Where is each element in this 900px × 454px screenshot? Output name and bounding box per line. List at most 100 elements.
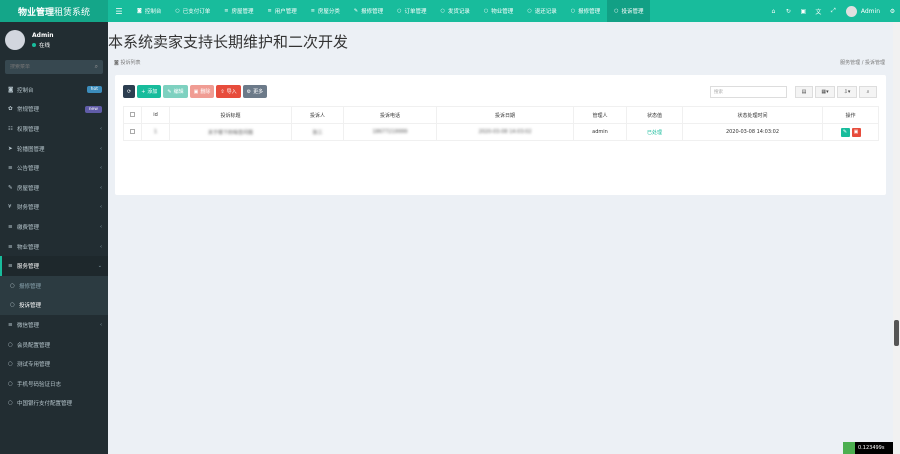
cogs-icon: ✿ [8, 106, 13, 113]
circle-icon: ○ [614, 8, 619, 14]
advanced-search-icon[interactable]: ⌕ [859, 86, 877, 98]
trash-icon: ▣ [193, 88, 199, 95]
top-tab-10[interactable]: ○ 报修管理 [564, 0, 607, 22]
control-sidebar-gear-icon[interactable]: ⚙ [885, 8, 900, 15]
top-tab-0[interactable]: ◙ 控制台 [130, 0, 168, 22]
top-tab-1[interactable]: ○ 已支付订单 [168, 0, 217, 22]
sidebar-item-4[interactable]: ≡ 公告管理 ‹ [0, 158, 108, 178]
top-tab-label: 报修管理 [578, 9, 601, 15]
top-tab-label: 控制台 [144, 9, 162, 15]
page-subtitle: ◙ 投诉列表 [114, 59, 140, 66]
page-subtitle-text: 投诉列表 [120, 60, 141, 66]
sidebar-item-3[interactable]: ➤ 轮播图管理 ‹ [0, 139, 108, 159]
user-status-text: 在线 [39, 42, 51, 49]
sidebar-item-7[interactable]: ≡ 缴费管理 ‹ [0, 217, 108, 237]
sidebar-menu: ◙ 控制台 hot ✿ 常规管理 new ☷ 权限管理 ‹ ➤ 轮播图管理 ‹ ≡ 公告管理 ‹ ✎ 房屋管理 ‹… [0, 80, 108, 413]
language-icon[interactable]: 文 [811, 7, 826, 16]
chevron-left-icon: ‹ [100, 204, 102, 211]
chevron-left-icon: ‹ [100, 184, 102, 191]
sidebar-item-label: 公告管理 [17, 166, 40, 173]
sidebar-item-10[interactable]: ○ 报修管理 [0, 275, 108, 296]
scrollbar-thumb[interactable] [894, 320, 899, 346]
import-button[interactable]: ⇧ 导入 [216, 85, 241, 98]
search-icon[interactable]: ⌕ [95, 63, 98, 71]
brand-logo[interactable]: 物业管理 租赁系统 [0, 0, 108, 22]
cell-manager: admin [573, 123, 627, 141]
menu-badge: new [84, 105, 102, 113]
plus-icon: + [141, 88, 146, 95]
brand-light: 租赁系统 [54, 7, 91, 18]
refresh-icon[interactable]: ↻ [781, 8, 796, 15]
sidebar-item-15[interactable]: ○ 手机号码验证日志 [0, 374, 108, 394]
row-select-cell[interactable] [123, 123, 142, 141]
top-tab-9[interactable]: ○ 退还记录 [520, 0, 563, 22]
sidebar-item-6[interactable]: ¥ 财务管理 ‹ [0, 198, 108, 218]
page-title: 本系统卖家支持长期维护和二次开发 [108, 33, 349, 51]
sidebar-toggle-icon[interactable]: ☰ [108, 0, 130, 22]
sidebar-item-16[interactable]: ○ 中国银行支付配置管理 [0, 394, 108, 414]
sidebar-item-1[interactable]: ✿ 常规管理 new [0, 100, 108, 120]
table-search-input[interactable]: 搜索 [710, 86, 787, 98]
chevron-left-icon: ‹ [100, 321, 102, 328]
sidebar-item-9[interactable]: ≡ 服务管理 ⌄ [0, 256, 108, 276]
sidebar-item-14[interactable]: ○ 测试专用管理 [0, 354, 108, 374]
chevron-down-icon: ⌄ [97, 263, 102, 270]
cell-phone: 18677219999 [343, 123, 437, 141]
sidebar-search-input[interactable] [10, 64, 80, 70]
sidebar-item-8[interactable]: ≡ 物业管理 ‹ [0, 237, 108, 257]
row-checkbox[interactable] [130, 128, 135, 134]
sidebar-item-label: 会员配置管理 [17, 342, 51, 349]
toggle-view-icon[interactable]: ▤ [795, 86, 813, 98]
breadcrumb[interactable]: 服务管理 / 投诉管理 [840, 59, 885, 66]
user-menu[interactable]: Admin [841, 5, 885, 17]
table-header-row: id 投诉标题 投诉人 投诉电话 投诉日期 管理人 状态值 状态处理时间 操作 [123, 106, 879, 124]
circle-icon: ○ [570, 8, 576, 14]
top-tab-11[interactable]: ○ 投诉管理 [607, 0, 651, 22]
delete-button[interactable]: ▣ 删除 [189, 85, 215, 98]
top-tab-2[interactable]: ≡ 房屋管理 [217, 0, 260, 22]
sidebar-item-11[interactable]: ○ 投诉管理 [0, 295, 108, 316]
top-tab-3[interactable]: ≡ 用户管理 [260, 0, 303, 22]
home-icon[interactable]: ⌂ [766, 8, 781, 15]
column-header: id [141, 106, 170, 124]
add-button[interactable]: + 添加 [137, 85, 162, 98]
user-panel: Admin 在线 [0, 22, 108, 58]
sidebar-item-13[interactable]: ○ 会员配置管理 [0, 335, 108, 355]
sidebar: Admin 在线 ⌕ ◙控制台hot✿常规管理new☷权限管理‹➤轮播图管理‹≡… [0, 22, 108, 454]
select-all-header[interactable] [123, 106, 142, 124]
more-button[interactable]: ⚙ 更多 [242, 85, 268, 98]
table-toolbar: ⟳ + 添加 ✎ 编辑 ▣ 删除 ⇧ 导入 ⚙ 更多 [123, 85, 269, 98]
top-tab-4[interactable]: ≡ 房屋分类 [304, 0, 347, 22]
refresh-icon: ⟳ [127, 88, 132, 95]
columns-dropdown-icon[interactable]: ▦▾ [815, 86, 835, 98]
trace-badge[interactable]: 0.123499s [843, 442, 893, 454]
row-delete-button[interactable]: ▣ [851, 127, 861, 137]
row-edit-button[interactable]: ✎ [840, 127, 850, 137]
username: Admin [860, 7, 880, 15]
sidebar-item-0[interactable]: ◙ 控制台 hot [0, 80, 108, 100]
fullscreen-icon[interactable]: ⤢ [826, 7, 841, 15]
top-tab-5[interactable]: ✎ 报修管理 [347, 0, 390, 22]
top-tab-7[interactable]: ○ 发货记录 [434, 0, 477, 22]
wrench-icon: ✎ [8, 184, 13, 191]
list-icon: ≡ [8, 321, 13, 328]
top-tab-8[interactable]: ○ 物业管理 [477, 0, 520, 22]
cell-status-time: 2020-03-08 14:03:02 [682, 123, 823, 141]
circle-icon: ○ [527, 8, 532, 14]
select-all-checkbox[interactable] [130, 111, 135, 117]
sidebar-item-2[interactable]: ☷ 权限管理 ‹ [0, 119, 108, 139]
sidebar-item-5[interactable]: ✎ 房屋管理 ‹ [0, 178, 108, 198]
circle-icon: ○ [8, 341, 13, 348]
page-scrollbar[interactable] [893, 22, 900, 454]
table-row[interactable]: 1 关于楼下的噪音问题 张三 18677219999 2020-03-08 14:03:… [123, 123, 879, 141]
sidebar-item-12[interactable]: ≡ 微信管理 ‹ [0, 315, 108, 335]
sidebar-item-label: 常规管理 [17, 107, 40, 114]
trash-icon[interactable]: ▣ [796, 8, 811, 15]
top-tab-label: 报修管理 [361, 9, 384, 15]
edit-button[interactable]: ✎ 编辑 [163, 85, 188, 98]
refresh-button[interactable]: ⟳ [123, 85, 136, 98]
top-tab-6[interactable]: ○ 订单管理 [390, 0, 433, 22]
export-dropdown-icon[interactable]: ⇩▾ [837, 86, 857, 98]
top-tab-label: 房屋管理 [231, 9, 254, 15]
upload-icon: ⇧ [220, 88, 225, 95]
